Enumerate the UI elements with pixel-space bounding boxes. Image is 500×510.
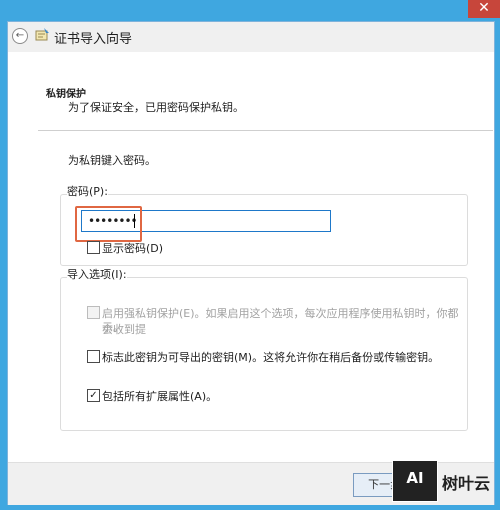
import-options-group: 导入选项(I): 启用强私钥保护(E)。如果启用这个选项，每次应用程序使用私钥时…	[60, 266, 468, 431]
back-arrow-icon[interactable]: ←	[12, 28, 28, 44]
password-group: 密码(P): •••••••• 显示密码(D)	[60, 183, 468, 266]
wizard-content: 私钥保护 为了保证安全，已用密码保护私钥。 为私钥键入密码。 密码(P): ••…	[8, 52, 494, 462]
instruction-text: 为私钥键入密码。	[68, 154, 156, 167]
window-title: 证书导入向导	[54, 32, 133, 47]
annotation-highlight	[75, 206, 142, 242]
watermark: AI 树叶云	[392, 460, 492, 502]
title-bar: ← 证书导入向导	[8, 22, 494, 52]
exportable-key-label[interactable]: 标志此密钥为可导出的密钥(M)。这将允许你在稍后备份或传输密钥。	[102, 349, 439, 365]
strong-protection-checkbox[interactable]	[87, 306, 100, 319]
import-options-label: 导入选项(I):	[67, 266, 127, 282]
strong-protection-label-cont: 示。	[102, 321, 124, 334]
section-title: 私钥保护	[46, 89, 86, 100]
show-password-checkbox[interactable]	[87, 241, 100, 254]
watermark-logo: AI	[392, 460, 438, 502]
password-label: 密码(P):	[67, 183, 108, 199]
extended-properties-label[interactable]: 包括所有扩展属性(A)。	[102, 388, 217, 404]
extended-properties-checkbox[interactable]: ✓	[87, 389, 100, 402]
show-password-label[interactable]: 显示密码(D)	[102, 240, 163, 256]
wizard-window: ← 证书导入向导 私钥保护 为了保证安全，已用密码保护私钥。 为私钥键入密码。 …	[7, 21, 495, 505]
header-divider	[38, 130, 493, 131]
certificate-wizard-icon	[35, 28, 49, 41]
strong-protection-label: 启用强私钥保护(E)。如果启用这个选项，每次应用程序使用私钥时，你都会收到提	[102, 307, 459, 336]
section-description: 为了保证安全，已用密码保护私钥。	[68, 101, 244, 114]
exportable-key-checkbox[interactable]	[87, 350, 100, 363]
watermark-text: 树叶云	[442, 474, 491, 493]
close-button[interactable]: ✕	[468, 0, 500, 18]
